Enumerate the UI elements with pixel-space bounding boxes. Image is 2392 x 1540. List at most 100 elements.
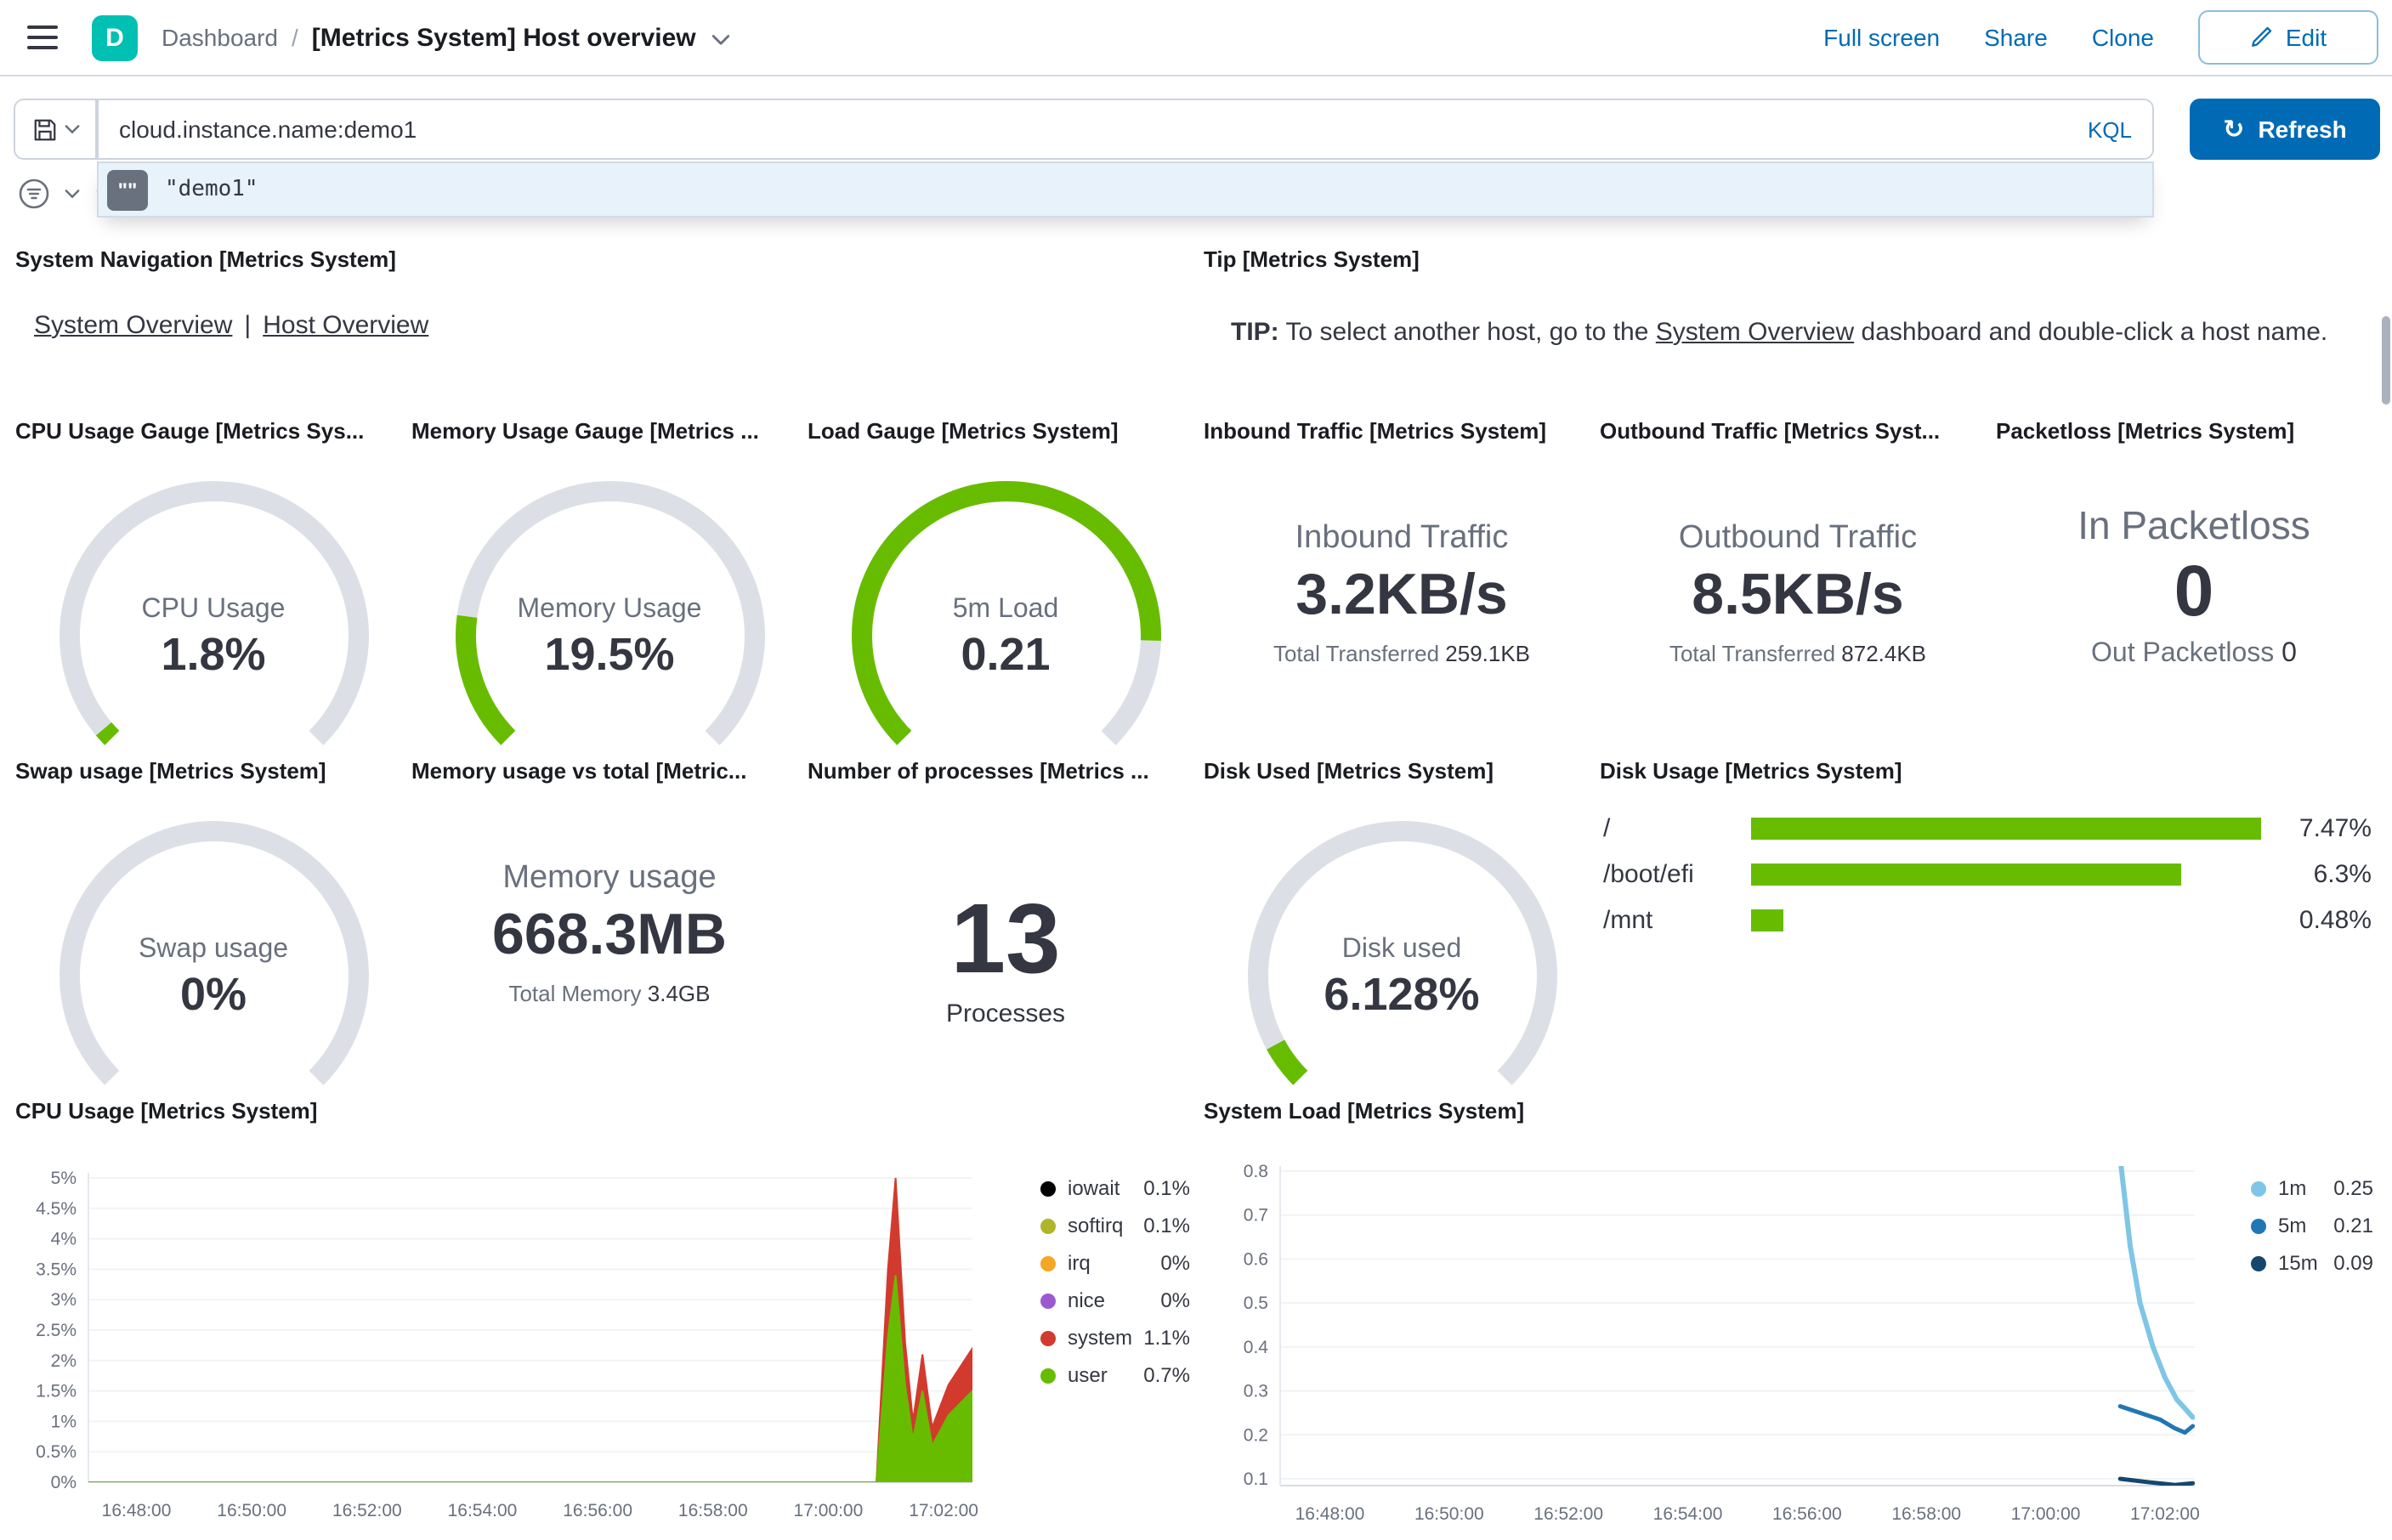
cpu-chart-legend: iowait 0.1% softirq 0.1% irq 0% nice 0% system 1.…: [1040, 1169, 1190, 1394]
menu-toggle-button[interactable]: [14, 8, 71, 66]
edit-button[interactable]: Edit: [2198, 10, 2378, 65]
top-navigation-bar: D Dashboard / [Metrics System] Host over…: [0, 0, 2392, 76]
disk-path-label: /: [1603, 814, 1611, 843]
panel-packetloss: Packetloss [Metrics System] In Packetlos…: [1996, 418, 2392, 758]
disk-usage-bar[interactable]: [1751, 818, 2261, 840]
load-legend-item-5m[interactable]: 5m 0.21: [2251, 1207, 2373, 1244]
legend-color-dot: [2251, 1180, 2266, 1196]
y-axis-tick-label: 1.5%: [36, 1382, 77, 1401]
legend-series-name: iowait: [1068, 1176, 1120, 1200]
system-overview-link[interactable]: System Overview: [34, 311, 232, 340]
chevron-down-icon[interactable]: [710, 27, 734, 51]
chevron-down-icon[interactable]: [65, 188, 80, 198]
panel-title: System Load [Metrics System]: [1204, 1098, 1525, 1124]
metric-label: In Packetloss: [2077, 503, 2310, 547]
y-axis-tick-label: 2%: [51, 1351, 77, 1371]
pencil-icon: [2252, 26, 2273, 47]
clone-link[interactable]: Clone: [2092, 24, 2154, 51]
legend-series-value: 1.1%: [1143, 1326, 1190, 1350]
legend-color-dot: [2251, 1218, 2266, 1233]
breadcrumb-dashboard-link[interactable]: Dashboard: [162, 24, 278, 51]
load-legend-item-1m[interactable]: 1m 0.25: [2251, 1169, 2373, 1207]
cpu-legend-item-nice[interactable]: nice 0%: [1040, 1282, 1190, 1319]
legend-color-dot: [1040, 1367, 1056, 1383]
cpu-legend-item-iowait[interactable]: iowait 0.1%: [1040, 1169, 1190, 1207]
gauge-label: Swap usage: [138, 934, 289, 963]
panel-tip: Tip [Metrics System] TIP: To select anot…: [1204, 246, 2392, 413]
y-axis-tick-label: 4.5%: [36, 1199, 77, 1219]
panel-system-navigation: System Navigation [Metrics System] Syste…: [15, 246, 1197, 413]
legend-color-dot: [2251, 1255, 2266, 1271]
metric-value: 0: [2174, 551, 2214, 631]
y-axis-tick-label: 1%: [51, 1412, 77, 1431]
kql-language-toggle[interactable]: KQL: [2088, 116, 2152, 142]
load-legend-item-15m[interactable]: 15m 0.09: [2251, 1244, 2373, 1282]
share-link[interactable]: Share: [1984, 24, 2048, 51]
gauge-label: Disk used: [1341, 934, 1462, 963]
x-axis-tick-label: 16:48:00: [1295, 1504, 1365, 1524]
disk-usage-bar[interactable]: [1751, 863, 2181, 886]
cpu-usage-chart[interactable]: 5% 4.5% 4% 3.5% 3% 2.5% 2% 1.5% 1% 0.5% 0% 16:48:00…: [15, 1152, 1035, 1540]
x-axis-tick-label: 17:00:00: [794, 1501, 864, 1520]
panel-swap-usage: Swap usage [Metrics System] Swap usage 0…: [15, 758, 411, 1112]
refresh-icon: ↻: [2223, 113, 2245, 144]
refresh-button[interactable]: ↻ Refresh: [2190, 99, 2380, 160]
gauge-label: 5m Load: [952, 594, 1059, 623]
x-axis-tick-label: 16:48:00: [102, 1501, 172, 1520]
autocomplete-popover: "" "demo1": [97, 161, 2154, 218]
cpu-legend-item-user[interactable]: user 0.7%: [1040, 1356, 1190, 1394]
host-overview-link[interactable]: Host Overview: [263, 311, 428, 340]
x-axis-tick-label: 16:54:00: [448, 1501, 518, 1520]
system-overview-link[interactable]: System Overview: [1656, 318, 1854, 347]
load-5m-line: [2117, 1404, 2195, 1435]
y-axis-tick-label: 0.2: [1244, 1425, 1268, 1445]
saved-query-menu-button[interactable]: [14, 99, 97, 160]
disk-usage-bar[interactable]: [1751, 909, 1783, 931]
metric-value: 3.2KB/s: [1295, 563, 1508, 627]
tip-bold-prefix: TIP:: [1231, 318, 1279, 347]
filter-icon[interactable]: [19, 178, 49, 208]
legend-series-name: user: [1068, 1363, 1108, 1387]
scrollbar[interactable]: [2382, 316, 2390, 405]
panel-title: Tip [Metrics System]: [1204, 246, 1420, 272]
cpu-legend-item-softirq[interactable]: softirq 0.1%: [1040, 1207, 1190, 1244]
system-load-chart[interactable]: 0.8 0.7 0.6 0.5 0.4 0.3 0.2 0.1 16:48:00 16:50:00…: [1204, 1152, 2224, 1540]
query-input[interactable]: [99, 100, 2088, 158]
cpu-legend-item-irq[interactable]: irq 0%: [1040, 1244, 1190, 1282]
edit-button-label: Edit: [2285, 24, 2327, 51]
legend-series-value: 0.25: [2333, 1176, 2373, 1200]
disk-usage-value: 6.3%: [2313, 860, 2372, 889]
panel-cpu-usage-chart: CPU Usage [Metrics System] 5% 4.5% 4% 3.5% 3…: [15, 1098, 1197, 1537]
gauge-value: 19.5%: [544, 628, 675, 679]
legend-series-name: system: [1068, 1326, 1133, 1350]
legend-series-value: 0.1%: [1143, 1214, 1190, 1237]
panel-title: Load Gauge [Metrics System]: [808, 418, 1119, 444]
top-actions: Full screen Share Clone Edit: [1823, 10, 2378, 65]
metric-label: Outbound Traffic: [1678, 520, 1918, 556]
x-axis-tick-label: 16:52:00: [1533, 1504, 1603, 1524]
legend-series-value: 0.21: [2333, 1214, 2373, 1237]
metric-secondary: Total Transferred 259.1KB: [1273, 641, 1531, 666]
metric-secondary: Total Memory 3.4GB: [508, 981, 711, 1006]
y-axis-tick-label: 5%: [51, 1169, 77, 1188]
panel-title: CPU Usage [Metrics System]: [15, 1098, 318, 1124]
disk-usage-row: / 7.47%: [1600, 806, 2392, 852]
dashboard-page: D Dashboard / [Metrics System] Host over…: [0, 0, 2392, 1538]
legend-series-name: irq: [1068, 1251, 1091, 1275]
y-axis-tick-label: 0.4: [1244, 1338, 1269, 1357]
disk-usage-value: 0.48%: [2298, 906, 2372, 935]
metric-label: Processes: [945, 999, 1066, 1028]
panel-title: Inbound Traffic [Metrics System]: [1204, 418, 1547, 444]
space-avatar[interactable]: D: [92, 14, 138, 60]
autocomplete-suggestion[interactable]: "" "demo1": [99, 163, 2152, 216]
legend-series-value: 0.09: [2333, 1251, 2373, 1275]
y-axis-tick-label: 2.5%: [36, 1321, 77, 1340]
legend-color-dot: [1040, 1255, 1056, 1271]
legend-series-name: 5m: [2278, 1214, 2307, 1237]
legend-color-dot: [1040, 1180, 1056, 1196]
x-axis-tick-label: 17:02:00: [2130, 1504, 2200, 1524]
full-screen-link[interactable]: Full screen: [1823, 24, 1940, 51]
cpu-legend-item-system[interactable]: system 1.1%: [1040, 1319, 1190, 1356]
y-axis-tick-label: 3%: [51, 1290, 77, 1310]
x-axis-tick-label: 16:52:00: [332, 1501, 402, 1520]
